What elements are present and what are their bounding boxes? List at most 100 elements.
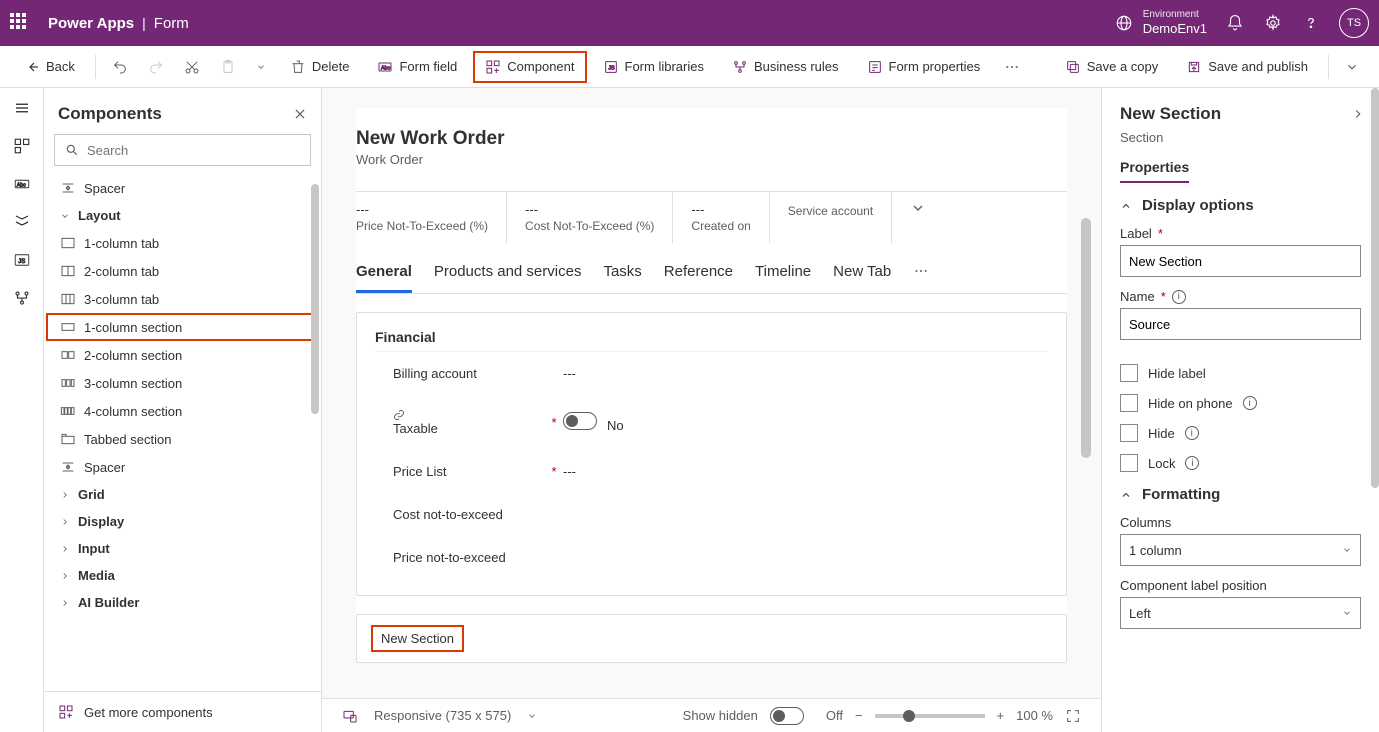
tree-media[interactable]: Media — [46, 562, 319, 589]
rail-tree[interactable] — [12, 212, 32, 232]
bell-icon[interactable] — [1225, 13, 1245, 33]
delete-button[interactable]: Delete — [278, 51, 362, 83]
formatting-header[interactable]: Formatting — [1120, 486, 1361, 503]
scrollbar[interactable] — [1371, 88, 1379, 488]
label-position-select[interactable]: Left — [1120, 597, 1361, 629]
display-options-header[interactable]: Display options — [1120, 197, 1361, 214]
paste-chevron[interactable] — [248, 54, 274, 80]
zoom-in[interactable]: + — [997, 708, 1005, 723]
scrollbar[interactable] — [311, 184, 319, 414]
chevron-down-icon — [256, 62, 266, 72]
info-icon[interactable]: i — [1185, 426, 1199, 440]
business-rules-button[interactable]: Business rules — [720, 51, 851, 83]
close-icon[interactable] — [293, 107, 307, 121]
tree-4-column-section[interactable]: 4-column section — [46, 397, 319, 425]
tree-display[interactable]: Display — [46, 508, 319, 535]
hide-label-checkbox[interactable]: Hide label — [1120, 364, 1361, 382]
hide-phone-checkbox[interactable]: Hide on phone i — [1120, 394, 1361, 412]
tree-layout[interactable]: Layout — [46, 202, 319, 229]
tab-tasks[interactable]: Tasks — [603, 263, 641, 293]
lock-checkbox[interactable]: Lock i — [1120, 454, 1361, 472]
command-bar: Back Delete Abc Form field Component JS … — [0, 46, 1379, 88]
rail-rules[interactable] — [12, 288, 32, 308]
tab3-icon — [60, 291, 76, 307]
form-tabs: General Products and services Tasks Referen… — [356, 249, 1067, 294]
form-properties-button[interactable]: Form properties — [855, 51, 993, 83]
tab-new-tab[interactable]: New Tab — [833, 263, 891, 293]
chevron-right-icon[interactable] — [1351, 107, 1365, 121]
tab-general[interactable]: General — [356, 263, 412, 293]
info-icon[interactable]: i — [1172, 290, 1186, 304]
save-publish-chevron[interactable] — [1337, 52, 1367, 82]
waffle-icon[interactable] — [10, 13, 30, 33]
label-input[interactable] — [1120, 245, 1361, 277]
overflow-button[interactable] — [996, 51, 1028, 83]
zoom-out[interactable]: − — [855, 708, 863, 723]
form-libraries-button[interactable]: JS Form libraries — [591, 51, 716, 83]
header-chevron[interactable] — [910, 192, 926, 243]
tab-reference[interactable]: Reference — [664, 263, 733, 293]
fit-icon[interactable] — [1065, 708, 1081, 724]
columns-select[interactable]: 1 column — [1120, 534, 1361, 566]
header-field[interactable]: ---Price Not-To-Exceed (%) — [356, 192, 507, 243]
component-button[interactable]: Component — [473, 51, 586, 83]
field-taxable[interactable]: Taxable*No — [375, 395, 1048, 450]
section-new[interactable]: New Section — [356, 614, 1067, 663]
scrollbar[interactable] — [1081, 218, 1091, 458]
tab-products-and-services[interactable]: Products and services — [434, 263, 582, 293]
tree-tabbed-section[interactable]: Tabbed section — [46, 425, 319, 453]
avatar[interactable]: TS — [1339, 8, 1369, 38]
chevron-down-icon[interactable] — [527, 711, 537, 721]
rail-components[interactable] — [12, 136, 32, 156]
paste-button[interactable] — [212, 51, 244, 83]
section-financial[interactable]: Financial Billing account---Taxable*NoPr… — [356, 312, 1067, 596]
save-copy-button[interactable]: Save a copy — [1053, 51, 1171, 83]
info-icon[interactable]: i — [1243, 396, 1257, 410]
zoom-slider[interactable] — [875, 714, 985, 718]
tree-spacer[interactable]: Spacer — [46, 174, 319, 202]
redo-button[interactable] — [140, 51, 172, 83]
tree-ai-builder[interactable]: AI Builder — [46, 589, 319, 616]
tab-overflow[interactable] — [913, 263, 929, 293]
get-more-components[interactable]: Get more components — [44, 691, 321, 732]
undo-button[interactable] — [104, 51, 136, 83]
hide-checkbox[interactable]: Hide i — [1120, 424, 1361, 442]
tree-1-column-section[interactable]: 1-column section — [46, 313, 319, 341]
show-hidden-toggle[interactable] — [770, 707, 804, 725]
rail-hamburger[interactable] — [12, 98, 32, 118]
tab-timeline[interactable]: Timeline — [755, 263, 811, 293]
cut-button[interactable] — [176, 51, 208, 83]
cut-icon — [184, 59, 200, 75]
tree-1-column-tab[interactable]: 1-column tab — [46, 229, 319, 257]
back-button[interactable]: Back — [12, 51, 87, 83]
field-billing-account[interactable]: Billing account--- — [375, 352, 1048, 395]
responsive-label[interactable]: Responsive (735 x 575) — [374, 708, 511, 723]
save-publish-button[interactable]: Save and publish — [1174, 51, 1320, 83]
tree-3-column-section[interactable]: 3-column section — [46, 369, 319, 397]
tree-3-column-tab[interactable]: 3-column tab — [46, 285, 319, 313]
tree-spacer[interactable]: Spacer — [46, 453, 319, 481]
name-input[interactable] — [1120, 308, 1361, 340]
field-price-not-to-exceed[interactable]: Price not-to-exceed — [375, 536, 1048, 579]
search-input[interactable] — [54, 134, 311, 166]
properties-tab[interactable]: Properties — [1120, 159, 1189, 183]
rail-fields[interactable]: Abc — [12, 174, 32, 194]
environment-picker[interactable]: Environment DemoEnv1 — [1115, 9, 1207, 37]
tree-2-column-tab[interactable]: 2-column tab — [46, 257, 319, 285]
more-icon — [1004, 59, 1020, 75]
header-field[interactable]: ---Created on — [691, 192, 769, 243]
field-price-list[interactable]: Price List*--- — [375, 450, 1048, 493]
form-field-button[interactable]: Abc Form field — [365, 51, 469, 83]
tree-grid[interactable]: Grid — [46, 481, 319, 508]
tree-2-column-section[interactable]: 2-column section — [46, 341, 319, 369]
rail-js[interactable]: JS — [12, 250, 32, 270]
tree-input[interactable]: Input — [46, 535, 319, 562]
help-icon[interactable] — [1301, 13, 1321, 33]
info-icon[interactable]: i — [1185, 456, 1199, 470]
gear-icon[interactable] — [1263, 13, 1283, 33]
add-component-icon — [58, 704, 74, 720]
header-field[interactable]: ---Cost Not-To-Exceed (%) — [525, 192, 673, 243]
field-cost-not-to-exceed[interactable]: Cost not-to-exceed — [375, 493, 1048, 536]
tab2-icon — [60, 263, 76, 279]
header-field[interactable]: Service account — [788, 192, 892, 243]
